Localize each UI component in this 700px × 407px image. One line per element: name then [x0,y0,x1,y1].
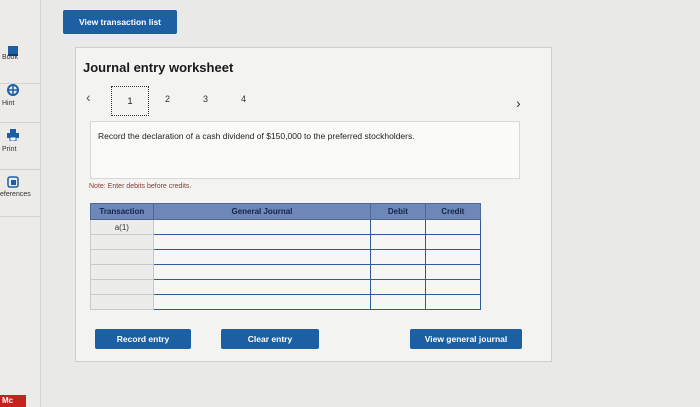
table-row [90,234,482,250]
references-icon [7,176,19,188]
transaction-cell [90,249,154,265]
credit-input[interactable] [424,294,482,310]
transaction-cell [90,294,154,310]
rail-label-references: eferences [0,191,31,198]
transaction-cell [90,234,154,250]
header-transaction: Transaction [90,203,154,220]
table-row [90,249,482,265]
left-rail: Book Hint Print eferences [0,0,41,407]
credit-input[interactable] [424,219,482,235]
transaction-cell [90,264,154,280]
page-title: Journal entry worksheet [83,60,234,75]
printer-icon [7,129,19,141]
chevron-left-icon[interactable]: ‹ [86,89,91,105]
table-row [90,279,482,295]
rail-item-hint[interactable]: Hint [0,74,40,123]
debit-input[interactable] [370,264,426,280]
rail-item-print[interactable]: Print [0,121,40,170]
instruction-note: Note: Enter debits before credits. [89,183,192,190]
clear-entry-button[interactable]: Clear entry [221,329,319,349]
debit-input[interactable] [370,219,426,235]
debit-input[interactable] [370,279,426,295]
credit-input[interactable] [424,279,482,295]
table-row [90,294,482,310]
rail-item-references[interactable]: eferences [0,168,40,217]
chevron-right-icon[interactable]: › [516,95,521,111]
journal-table: Transaction General Journal Debit Credit… [90,203,482,310]
step-tab-4[interactable]: 4 [241,94,246,104]
account-input[interactable] [152,234,372,250]
debit-input[interactable] [370,234,426,250]
record-entry-button[interactable]: Record entry [95,329,191,349]
lifebuoy-icon [7,84,19,96]
transaction-cell: a(1) [90,219,154,235]
rail-label-book: Book [2,54,18,61]
step-tab-2[interactable]: 2 [165,94,170,104]
question-prompt: Record the declaration of a cash dividen… [98,131,415,141]
account-input[interactable] [152,219,372,235]
brand-logo: Mc [0,395,26,407]
rail-label-print: Print [2,146,17,153]
credit-input[interactable] [424,234,482,250]
step-tab-3[interactable]: 3 [203,94,208,104]
view-general-journal-button[interactable]: View general journal [410,329,522,349]
table-row [90,264,482,280]
header-credit: Credit [424,203,482,220]
debit-input[interactable] [370,249,426,265]
transaction-cell [90,279,154,295]
question-prompt-box: Record the declaration of a cash dividen… [90,121,520,179]
table-row: a(1) [90,219,482,235]
header-general-journal: General Journal [152,203,372,220]
debit-input[interactable] [370,294,426,310]
account-input[interactable] [152,294,372,310]
account-input[interactable] [152,264,372,280]
credit-input[interactable] [424,264,482,280]
account-input[interactable] [152,249,372,265]
step-tab-1[interactable]: 1 [111,86,149,116]
account-input[interactable] [152,279,372,295]
header-debit: Debit [370,203,426,220]
rail-label-hint: Hint [2,100,15,107]
view-transaction-list-button[interactable]: View transaction list [63,10,177,34]
credit-input[interactable] [424,249,482,265]
